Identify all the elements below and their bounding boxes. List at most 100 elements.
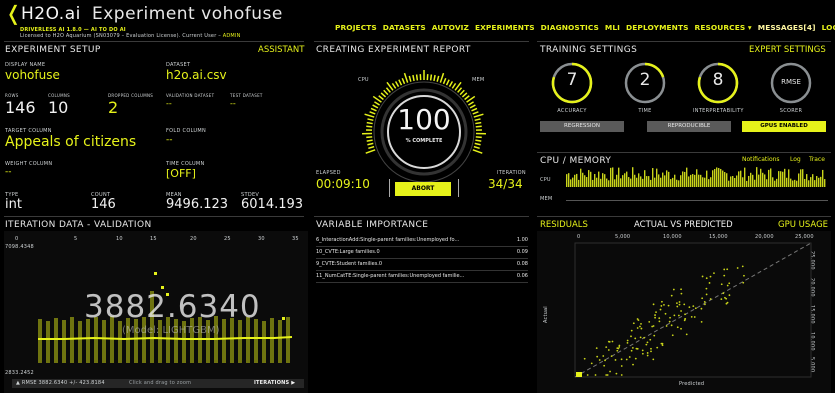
gpus-enabled-button[interactable]: GPUS ENABLED xyxy=(742,121,826,132)
scorer-dial[interactable]: RMSE xyxy=(771,78,811,86)
expert-settings-link[interactable]: EXPERT SETTINGS xyxy=(749,45,826,55)
scatter-point xyxy=(630,349,633,352)
gauge-tick xyxy=(394,81,400,88)
accuracy-dial[interactable]: 7 xyxy=(557,70,587,90)
actual-vs-predicted-tab[interactable]: ACTUAL VS PREDICTED xyxy=(634,220,733,230)
time-value[interactable]: [OFF] xyxy=(166,167,196,180)
scatter-point xyxy=(669,316,671,319)
scatter-point xyxy=(645,343,648,346)
cpu-bar xyxy=(684,171,686,187)
scatter-point xyxy=(677,314,680,317)
scatter-point xyxy=(636,347,639,350)
scatter-point xyxy=(631,347,634,349)
cpu-bar xyxy=(678,180,680,187)
nav-mli[interactable]: MLI xyxy=(605,23,620,32)
cpu-bar xyxy=(712,170,714,187)
cpu-bar xyxy=(700,174,702,187)
assistant-link[interactable]: ASSISTANT xyxy=(258,45,304,55)
progress-label: % COMPLETE xyxy=(405,138,443,144)
scatter-point xyxy=(680,288,682,291)
nav-projects[interactable]: PROJECTS xyxy=(335,23,377,32)
scatter-point xyxy=(632,322,635,325)
cpu-bar xyxy=(630,178,632,187)
scatter-point xyxy=(602,355,605,357)
nav-logout[interactable]: LOGOUT xyxy=(822,23,835,32)
nav-resources[interactable]: RESOURCES ▾ xyxy=(695,23,752,32)
scatter-point xyxy=(630,335,632,338)
reproducible-button[interactable]: REPRODUCIBLE xyxy=(647,121,731,132)
cpu-bar xyxy=(694,174,696,187)
scatter-point xyxy=(670,294,673,297)
cpu-bar xyxy=(706,170,708,187)
scatter-point xyxy=(596,355,599,358)
log-link[interactable]: Log xyxy=(790,156,801,163)
nav-diagnostics[interactable]: DIAGNOSTICS xyxy=(541,23,599,32)
gauge-tick xyxy=(391,82,397,89)
scatter-point xyxy=(705,277,708,280)
scatter-point xyxy=(723,268,726,271)
scatter-point xyxy=(658,320,661,323)
trace-link[interactable]: Trace xyxy=(809,156,825,163)
count-value: 146 xyxy=(91,197,116,212)
cpumem-title: CPU / MEMORY xyxy=(540,156,612,166)
cpu-bar xyxy=(750,172,752,187)
cpu-bar xyxy=(776,178,778,187)
dropped-value[interactable]: 2 xyxy=(108,98,118,117)
target-value[interactable]: Appeals of citizens xyxy=(5,134,136,150)
scatter-point xyxy=(655,311,657,314)
scatter-point xyxy=(646,341,649,344)
notifications-link[interactable]: Notifications xyxy=(742,156,780,163)
cpu-bar xyxy=(748,175,750,187)
varimp-row[interactable]: 9_CVTE:Student families.0 0.08 xyxy=(316,259,528,271)
scatter-point xyxy=(736,267,739,269)
nav-messages[interactable]: MESSAGES[4] xyxy=(758,23,816,32)
nav-autoviz[interactable]: AUTOVIZ xyxy=(432,23,469,32)
report-title: CREATING EXPERIMENT REPORT xyxy=(316,45,471,55)
test-value: -- xyxy=(230,99,236,108)
scatter-point xyxy=(723,274,726,277)
actual-vs-predicted-chart[interactable]: 0 5,000 10,000 15,000 20,000 25,000 25,0… xyxy=(537,231,831,393)
dataset-value[interactable]: h2o.ai.csv xyxy=(166,68,227,82)
residuals-tab[interactable]: RESIDUALS xyxy=(540,220,588,230)
scatter-point xyxy=(640,327,643,330)
gauge-tick xyxy=(374,101,380,106)
scatter-point xyxy=(640,322,642,325)
iteration-chart[interactable]: 0 5 10 15 20 25 30 35 7098.4348 3882.634… xyxy=(4,231,308,393)
varimp-row[interactable]: 10_CVTE:Large families.0 0.09 xyxy=(316,247,528,259)
cpu-bar xyxy=(768,169,770,187)
cpu-bar xyxy=(568,173,570,187)
cpu-bar xyxy=(752,174,754,187)
cpu-bar xyxy=(718,168,720,187)
scatter-point xyxy=(611,340,614,343)
nav-experiments[interactable]: EXPERIMENTS xyxy=(475,23,535,32)
scatter-point xyxy=(680,327,682,330)
scatter-point xyxy=(649,338,652,341)
varimp-row[interactable]: 11_NumCatTE:Single-parent families:Unemp… xyxy=(316,271,528,283)
cpu-bar xyxy=(676,179,678,187)
back-button[interactable]: ❬ xyxy=(5,3,22,23)
cpu-bar xyxy=(614,179,616,187)
fold-label: FOLD COLUMN xyxy=(166,128,207,134)
cpu-bar xyxy=(580,168,582,187)
varimp-row[interactable]: 6_InteractionAdd:Single-parent families:… xyxy=(316,235,528,247)
cpu-bar xyxy=(704,177,706,187)
scatter-point xyxy=(709,275,712,278)
gpu-usage-tab[interactable]: GPU USAGE xyxy=(778,220,828,230)
iterations-button[interactable]: ITERATIONS ▶ xyxy=(254,380,295,386)
scatter-point xyxy=(620,374,623,376)
scatter-point xyxy=(598,359,601,361)
page-title: Experiment vohofuse xyxy=(92,4,283,24)
regression-button[interactable]: REGRESSION xyxy=(540,121,624,132)
time-dial[interactable]: 2 xyxy=(630,70,660,90)
scatter-point xyxy=(668,320,671,323)
gauge-tick xyxy=(370,107,377,112)
cpu-bar xyxy=(640,176,642,187)
nav-datasets[interactable]: DATASETS xyxy=(383,23,426,32)
top-nav: PROJECTS DATASETS AUTOVIZ EXPERIMENTS DIAGNO… xyxy=(335,15,835,34)
cpu-bar xyxy=(624,173,626,187)
cpu-bar xyxy=(628,177,630,187)
nav-deployments[interactable]: DEPLOYMENTS xyxy=(626,23,688,32)
setup-title: EXPERIMENT SETUP xyxy=(5,45,101,55)
interpretability-dial[interactable]: 8 xyxy=(703,70,733,90)
scatter-point xyxy=(690,315,693,318)
